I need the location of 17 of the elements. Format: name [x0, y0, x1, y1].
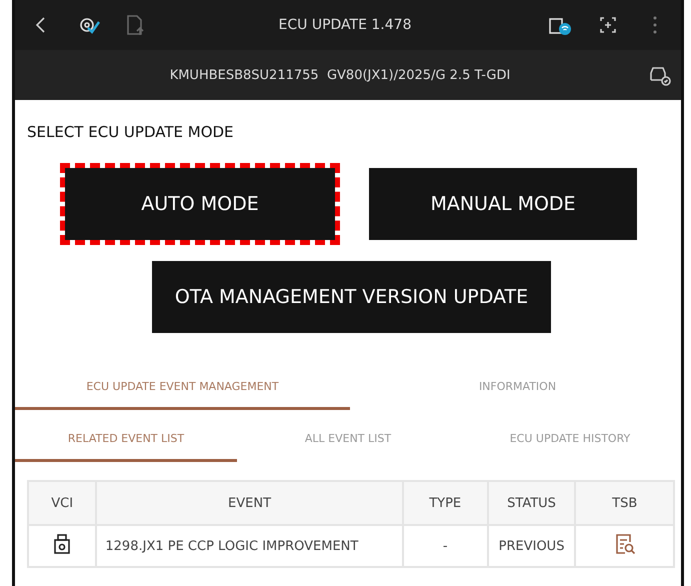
column-header: TYPE	[402, 481, 488, 525]
window-title: ECU UPDATE 1.478	[278, 17, 412, 33]
section-title: SELECT ECU UPDATE MODE	[26, 122, 235, 141]
column-header: VCI	[28, 481, 96, 525]
table-cell: -	[402, 525, 488, 567]
column-header: STATUS	[488, 481, 576, 525]
tab[interactable]: ALL EVENT LIST	[237, 418, 459, 462]
column-header: EVENT	[96, 481, 403, 525]
table-cell: PREVIOUS	[488, 525, 576, 567]
tab[interactable]: ECU UPDATE HISTORY	[459, 418, 681, 462]
mode-button[interactable]: AUTO MODE	[60, 163, 340, 245]
vehicle-info: KMUHBESB8SU211755 GV80(JX1)/2025/G 2.5 T-GDI	[168, 68, 512, 82]
tab[interactable]: RELATED EVENT LIST	[15, 418, 237, 462]
column-header: TSB	[575, 481, 674, 525]
table-cell: 1298.JX1 PE CCP LOGIC IMPROVEMENT	[96, 525, 403, 567]
tab[interactable]: INFORMATION	[350, 366, 681, 410]
tab[interactable]: ECU UPDATE EVENT MANAGEMENT	[15, 366, 350, 410]
